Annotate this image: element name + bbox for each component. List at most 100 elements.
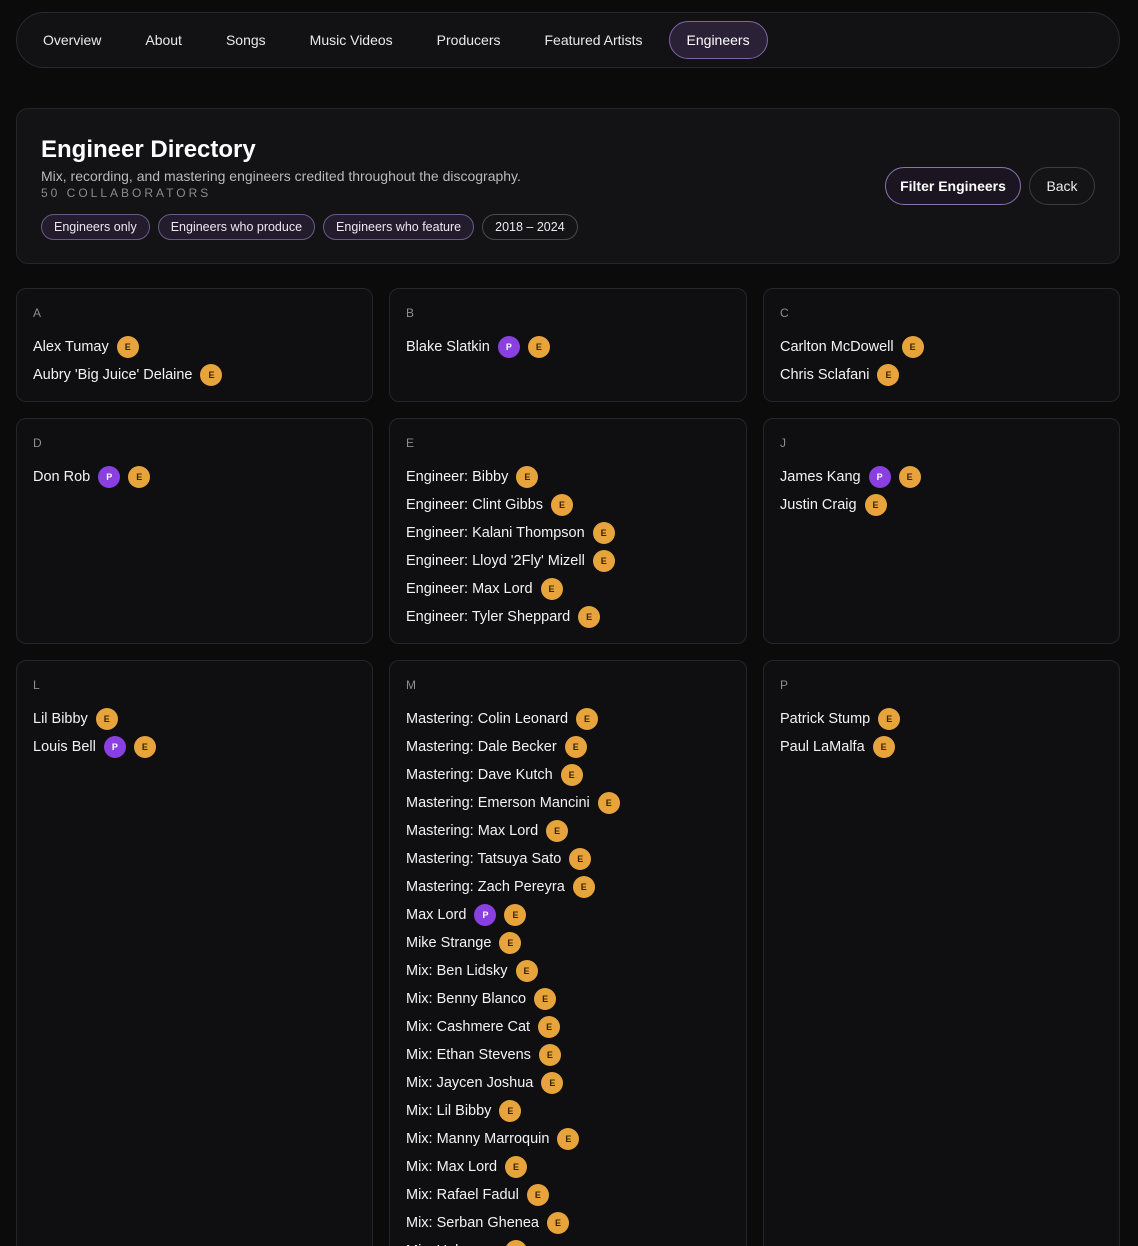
engineer-item[interactable]: Don Rob P E <box>33 463 151 491</box>
engineer-item[interactable]: Engineer: Max Lord E <box>406 575 615 603</box>
engineer-item[interactable]: Patrick Stump E <box>780 705 901 733</box>
engineer-item[interactable]: Aubry 'Big Juice' Delaine E <box>33 361 223 389</box>
engineer-name[interactable]: Engineer: Max Lord <box>406 581 533 597</box>
tab-about[interactable]: About <box>127 21 200 59</box>
engineer-name[interactable]: Lil Bibby <box>33 711 88 727</box>
engineer-item[interactable]: Carlton McDowell E <box>780 333 924 361</box>
letter-group-l: L Lil Bibby E Louis Bell P E <box>16 660 373 1246</box>
engineer-name[interactable]: Mix: Ethan Stevens <box>406 1047 531 1063</box>
engineer-name[interactable]: Mastering: Dave Kutch <box>406 767 553 783</box>
engineer-item[interactable]: Mix: Lil Bibby E <box>406 1097 620 1125</box>
engineer-name[interactable]: Mastering: Dale Becker <box>406 739 557 755</box>
engineer-item[interactable]: Mix: Benny Blanco E <box>406 985 620 1013</box>
engineer-badge: E <box>901 336 924 358</box>
engineer-badge: E <box>557 1128 580 1150</box>
chip-engineers-who-produce[interactable]: Engineers who produce <box>157 214 316 240</box>
engineer-name[interactable]: Mike Strange <box>406 935 491 951</box>
engineer-name[interactable]: Mix: Max Lord <box>406 1159 497 1175</box>
engineer-item[interactable]: Mix: Manny Marroquin E <box>406 1125 620 1153</box>
engineer-item[interactable]: Mastering: Tatsuya Sato E <box>406 845 620 873</box>
engineer-item[interactable]: Engineer: Lloyd '2Fly' Mizell E <box>406 547 615 575</box>
producer-badge: P <box>868 466 891 488</box>
engineer-badge: E <box>133 736 156 758</box>
chip-year-range[interactable]: 2018 – 2024 <box>482 214 578 240</box>
chip-engineers-only[interactable]: Engineers only <box>41 214 150 240</box>
engineer-item[interactable]: Mastering: Dave Kutch E <box>406 761 620 789</box>
engineer-item[interactable]: Mix: Ben Lidsky E <box>406 957 620 985</box>
engineer-item[interactable]: Max Lord P E <box>406 901 620 929</box>
engineer-badge: E <box>538 1016 561 1038</box>
engineer-item[interactable]: Mix: Max Lord E <box>406 1153 620 1181</box>
engineer-item[interactable]: Chris Sclafani E <box>780 361 924 389</box>
engineer-item[interactable]: Mix: UnknownE <box>406 1237 620 1246</box>
engineer-name[interactable]: Mix: Benny Blanco <box>406 991 526 1007</box>
engineer-name[interactable]: Chris Sclafani <box>780 367 869 383</box>
engineer-item[interactable]: Mastering: Colin Leonard E <box>406 705 620 733</box>
engineer-item[interactable]: Engineer: Clint Gibbs E <box>406 491 615 519</box>
engineer-name[interactable]: Mix: Lil Bibby <box>406 1103 491 1119</box>
engineer-item[interactable]: Mastering: Dale Becker E <box>406 733 620 761</box>
tab-featured-artists[interactable]: Featured Artists <box>526 21 660 59</box>
engineer-name[interactable]: Paul LaMalfa <box>780 739 865 755</box>
engineer-badge: E <box>95 708 118 730</box>
engineer-item[interactable]: Engineer: Bibby E <box>406 463 615 491</box>
engineer-item[interactable]: Mastering: Zach Pereyra E <box>406 873 620 901</box>
engineer-item[interactable]: Mix: Jaycen Joshua E <box>406 1069 620 1097</box>
tab-songs[interactable]: Songs <box>208 21 284 59</box>
engineer-name[interactable]: Engineer: Lloyd '2Fly' Mizell <box>406 553 585 569</box>
engineer-name[interactable]: Carlton McDowell <box>780 339 894 355</box>
engineer-item[interactable]: Engineer: Kalani Thompson E <box>406 519 615 547</box>
engineer-name[interactable]: James Kang <box>780 469 861 485</box>
engineer-item[interactable]: Justin Craig E <box>780 491 921 519</box>
engineer-name[interactable]: Louis Bell <box>33 739 96 755</box>
engineer-item[interactable]: Mix: Ethan Stevens E <box>406 1041 620 1069</box>
engineer-item[interactable]: Blake Slatkin P E <box>406 333 550 361</box>
engineer-item[interactable]: Mix: Cashmere Cat E <box>406 1013 620 1041</box>
engineer-name[interactable]: Engineer: Kalani Thompson <box>406 525 585 541</box>
engineer-badge: E <box>541 1072 564 1094</box>
back-button[interactable]: Back <box>1029 167 1095 205</box>
engineer-name[interactable]: Mastering: Max Lord <box>406 823 538 839</box>
engineer-name[interactable]: Blake Slatkin <box>406 339 490 355</box>
engineer-name[interactable]: Don Rob <box>33 469 90 485</box>
engineer-item[interactable]: Mastering: Max Lord E <box>406 817 620 845</box>
top-nav: Overview About Songs Music Videos Produc… <box>16 12 1120 68</box>
engineer-name[interactable]: Mix: Cashmere Cat <box>406 1019 530 1035</box>
producer-badge: P <box>497 336 520 358</box>
engineer-name[interactable]: Mix: Ben Lidsky <box>406 963 508 979</box>
engineer-item[interactable]: Louis Bell P E <box>33 733 156 761</box>
engineer-item[interactable]: James Kang P E <box>780 463 921 491</box>
engineer-item[interactable]: Mix: Rafael Fadul E <box>406 1181 620 1209</box>
engineer-name[interactable]: Engineer: Tyler Sheppard <box>406 609 570 625</box>
engineer-item[interactable]: Mix: Serban Ghenea E <box>406 1209 620 1237</box>
engineer-badge: E <box>872 736 895 758</box>
engineer-item[interactable]: Engineer: Tyler Sheppard E <box>406 603 615 631</box>
engineer-name[interactable]: Engineer: Bibby <box>406 469 508 485</box>
tab-producers[interactable]: Producers <box>419 21 519 59</box>
tab-music-videos[interactable]: Music Videos <box>292 21 411 59</box>
engineer-name[interactable]: Mix: Manny Marroquin <box>406 1131 549 1147</box>
engineer-name[interactable]: Mix: Rafael Fadul <box>406 1187 519 1203</box>
engineer-name[interactable]: Patrick Stump <box>780 711 870 727</box>
filter-engineers-button[interactable]: Filter Engineers <box>885 167 1021 205</box>
engineer-item[interactable]: Mastering: Emerson Mancini E <box>406 789 620 817</box>
engineer-item[interactable]: Alex Tumay E <box>33 333 222 361</box>
tab-overview[interactable]: Overview <box>25 21 119 59</box>
engineer-name[interactable]: Max Lord <box>406 907 466 923</box>
engineer-name[interactable]: Mastering: Emerson Mancini <box>406 795 590 811</box>
tab-engineers[interactable]: Engineers <box>668 21 768 59</box>
engineer-name[interactable]: Mastering: Tatsuya Sato <box>406 851 561 867</box>
engineer-item[interactable]: Lil Bibby E <box>33 705 156 733</box>
engineer-name[interactable]: Mastering: Colin Leonard <box>406 711 568 727</box>
engineer-name[interactable]: Engineer: Clint Gibbs <box>406 497 543 513</box>
engineer-name[interactable]: Mix: Jaycen Joshua <box>406 1075 533 1091</box>
engineer-name[interactable]: Mastering: Zach Pereyra <box>406 879 565 895</box>
engineer-name[interactable]: Aubry 'Big Juice' Delaine <box>33 367 192 383</box>
engineer-item[interactable]: Paul LaMalfa E <box>780 733 900 761</box>
engineer-item[interactable]: Mike Strange E <box>406 929 620 957</box>
chip-engineers-who-feature[interactable]: Engineers who feature <box>323 214 475 240</box>
engineer-name[interactable]: Justin Craig <box>780 497 857 513</box>
engineer-name[interactable]: Mix: Serban Ghenea <box>406 1215 539 1231</box>
engineer-name[interactable]: Alex Tumay <box>33 339 109 355</box>
engineer-badge: E <box>116 336 139 358</box>
